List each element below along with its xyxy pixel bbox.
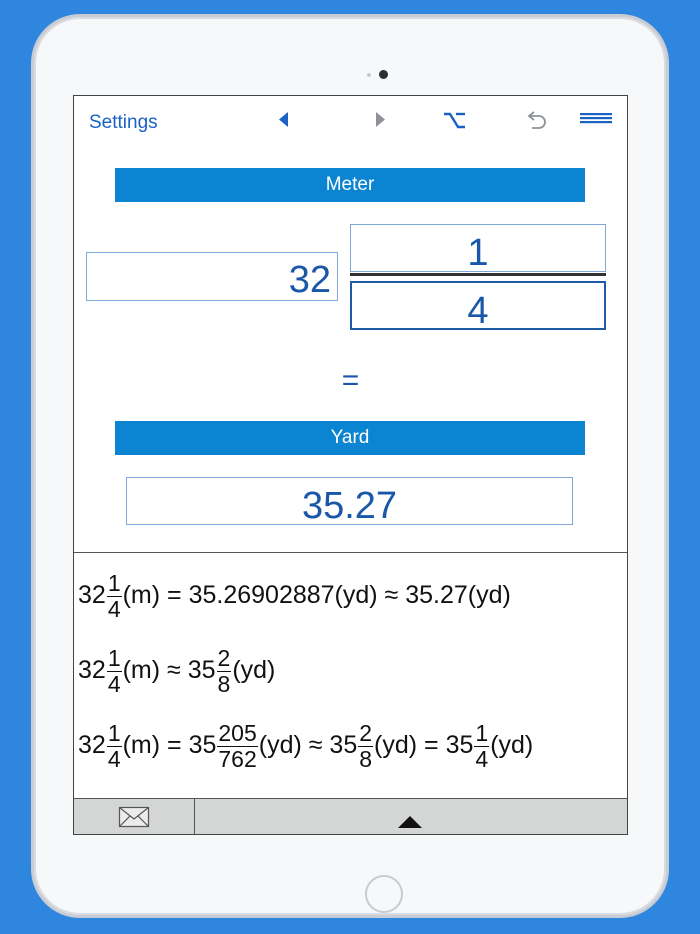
result-output[interactable]: 35.27 (126, 477, 573, 527)
fraction-bar (350, 273, 606, 276)
forward-arrow-icon[interactable] (366, 108, 396, 134)
numerator: 1 (106, 645, 122, 672)
menu-icon[interactable] (579, 108, 613, 134)
denominator: 4 (107, 746, 121, 772)
numerator: 1 (106, 720, 122, 747)
denominator: 4 (475, 746, 489, 772)
expand-panel-button[interactable] (195, 799, 627, 834)
mail-button[interactable] (74, 799, 195, 834)
fraction: 28 (358, 720, 374, 772)
expand-up-icon (397, 815, 423, 834)
denominator: 762 (218, 746, 257, 772)
whole-part: 32 (78, 581, 106, 610)
denominator-input[interactable]: 4 (350, 281, 606, 332)
numerator: 205 (217, 720, 258, 747)
equation-text: (m) ≈ 35 (122, 656, 216, 685)
front-camera (379, 70, 388, 79)
back-arrow-icon[interactable] (270, 108, 300, 134)
front-sensor (367, 73, 371, 77)
equation-text: (yd) ≈ 35 (258, 731, 358, 760)
result-line-eighths: 32 1 4 (m) ≈ 35 2 8 (yd) (78, 646, 275, 697)
bottom-bar (74, 798, 627, 834)
to-unit-selector[interactable]: Yard (115, 421, 585, 455)
fraction: 14 (106, 645, 122, 697)
fraction: 205 762 (217, 720, 258, 772)
numerator: 1 (106, 570, 122, 597)
whole-part: 32 (78, 731, 106, 760)
undo-icon[interactable] (521, 108, 551, 134)
numerator: 2 (358, 720, 374, 747)
equation-text: (m) = 35 (122, 731, 217, 760)
unit-text: (yd) (490, 731, 534, 760)
numerator: 2 (216, 645, 232, 672)
denominator: 4 (107, 671, 121, 697)
option-key-icon[interactable] (439, 108, 469, 134)
home-button[interactable] (365, 875, 403, 913)
fraction: 28 (216, 645, 232, 697)
result-line-exact: 32 1 4 (m) = 35.26902887(yd) ≈ 35.27(yd) (78, 571, 511, 622)
denominator: 4 (107, 596, 121, 622)
equals-sign: = (341, 364, 360, 397)
numerator-input[interactable]: 1 (350, 224, 606, 274)
fraction: 14 (106, 720, 122, 772)
fraction: 14 (106, 570, 122, 622)
denominator: 8 (217, 671, 231, 697)
equation-text: (yd) = 35 (374, 731, 474, 760)
equation-text: (m) = 35.26902887(yd) ≈ 35.27(yd) (122, 581, 511, 610)
whole-part: 32 (78, 656, 106, 685)
whole-number-input[interactable]: 32 (86, 252, 338, 301)
settings-button[interactable]: Settings (89, 112, 158, 134)
result-line-fractions: 32 1 4 (m) = 35 205 762 (yd) ≈ 35 2 8 (yd) = 35 1 4… (78, 721, 533, 772)
app-screen: Settings Meter 32 1 4 = Yard 35.27 32 1 … (73, 95, 628, 835)
fraction: 14 (474, 720, 490, 772)
mail-icon (118, 805, 150, 834)
from-unit-selector[interactable]: Meter (115, 168, 585, 202)
unit-text: (yd) (232, 656, 276, 685)
toolbar: Settings (74, 96, 627, 146)
numerator: 1 (474, 720, 490, 747)
divider (74, 552, 627, 553)
denominator: 8 (359, 746, 373, 772)
